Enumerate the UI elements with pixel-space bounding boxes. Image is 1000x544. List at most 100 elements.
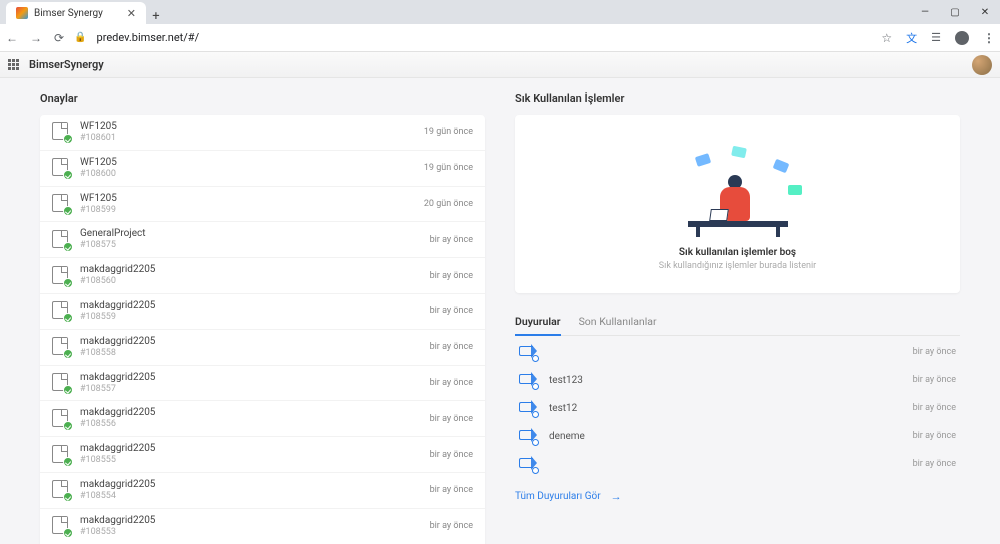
announcement-row[interactable]: bir ay önce [515, 338, 960, 366]
approval-row[interactable]: makdaggrid2205#108559 bir ay önce [40, 294, 485, 330]
approval-time: bir ay önce [430, 235, 473, 245]
approval-title: makdaggrid2205 [80, 479, 155, 491]
announcement-row[interactable]: test12 bir ay önce [515, 394, 960, 422]
tab-announcements[interactable]: Duyurular [515, 309, 561, 336]
translate-icon[interactable]: 文 [906, 30, 917, 46]
approval-row[interactable]: makdaggrid2205#108556bir ay önce [40, 401, 485, 437]
main-content: Onaylar WF1205#10860119 gün önceWF1205#1… [0, 78, 1000, 544]
approval-row[interactable]: makdaggrid2205#108554bir ay önce [40, 473, 485, 509]
arrow-right-icon: → [611, 490, 622, 503]
lock-icon[interactable]: 🔒 [74, 32, 86, 43]
announcement-row[interactable]: bir ay önce [515, 450, 960, 478]
approval-id: #108560 [80, 276, 155, 287]
approval-row[interactable]: makdaggrid2205#108558bir ay önce [40, 330, 485, 366]
browser-tab[interactable]: Bimser Synergy ✕ [6, 2, 146, 24]
url-text[interactable]: predev.bimser.net/#/ [97, 31, 872, 44]
approval-title: makdaggrid2205 [80, 407, 155, 419]
approval-id: #108557 [80, 384, 155, 395]
announcements-list: bir ay öncetest123bir ay öncetest12bir a… [515, 338, 960, 478]
approval-row[interactable]: WF1205#108601 19 gün önce [40, 115, 485, 151]
approval-text: WF1205#108601 [80, 121, 117, 144]
approval-row[interactable]: GeneralProject#108575 bir ay önce [40, 222, 485, 258]
approval-time: bir ay önce [430, 450, 473, 460]
announcement-title: test12 [549, 403, 577, 414]
address-bar: ← → ⟳ 🔒 predev.bimser.net/#/ ☆ 文 ☰ ⋮ [0, 24, 1000, 52]
document-check-icon [52, 373, 70, 393]
approval-id: #108599 [80, 205, 117, 216]
approval-time: 20 gün önce [424, 199, 473, 209]
approval-row[interactable]: WF1205#10859920 gün önce [40, 187, 485, 223]
addr-right-icons: ☆ 文 ☰ ⋮ [881, 30, 994, 46]
approval-text: makdaggrid2205#108553 [80, 515, 155, 538]
reading-list-icon[interactable]: ☰ [931, 31, 941, 44]
approval-time: bir ay önce [430, 414, 473, 424]
document-check-icon [52, 266, 70, 286]
view-all-announcements-label: Tüm Duyuruları Gör [515, 491, 601, 502]
approval-time: 19 gün önce [424, 127, 473, 137]
approval-text: makdaggrid2205#108555 [80, 443, 155, 466]
minimize-button[interactable]: ― [910, 0, 940, 24]
approval-title: WF1205 [80, 157, 117, 169]
approval-id: #108600 [80, 169, 117, 180]
megaphone-icon [519, 429, 537, 443]
forward-icon[interactable]: → [30, 31, 42, 45]
approvals-list: WF1205#10860119 gün önceWF1205#10860019 … [40, 115, 485, 544]
approval-row[interactable]: WF1205#108600 19 gün önce [40, 151, 485, 187]
bookmark-icon[interactable]: ☆ [881, 31, 892, 45]
document-check-icon [52, 122, 70, 142]
announcement-title: deneme [549, 431, 585, 442]
tab-recent[interactable]: Son Kullanılanlar [579, 309, 657, 335]
nav-buttons: ← → ⟳ [6, 31, 64, 45]
document-check-icon [52, 301, 70, 321]
announcement-row[interactable]: test123bir ay önce [515, 366, 960, 394]
favicon-icon [16, 7, 28, 19]
browser-tab-bar: Bimser Synergy ✕ + [0, 0, 1000, 24]
announcement-row[interactable]: denemebir ay önce [515, 422, 960, 450]
announcement-time: bir ay önce [913, 403, 956, 413]
apps-grid-icon[interactable] [8, 59, 19, 70]
maximize-button[interactable]: ▢ [940, 0, 970, 24]
frequent-empty-sub: Sık kullandığınız işlemler burada listen… [659, 261, 816, 271]
approval-title: WF1205 [80, 121, 117, 133]
empty-illustration [678, 147, 798, 237]
profile-icon[interactable] [955, 31, 969, 45]
avatar[interactable] [972, 55, 992, 75]
approval-row[interactable]: makdaggrid2205#108553bir ay önce [40, 509, 485, 544]
approval-title: GeneralProject [80, 228, 146, 240]
approvals-section: Onaylar WF1205#10860119 gün önceWF1205#1… [40, 92, 485, 544]
approval-id: #108553 [80, 527, 155, 538]
approval-row[interactable]: makdaggrid2205#108560bir ay önce [40, 258, 485, 294]
approval-time: 19 gün önce [424, 163, 473, 173]
approval-row[interactable]: makdaggrid2205#108555 bir ay önce [40, 437, 485, 473]
approval-title: makdaggrid2205 [80, 443, 155, 455]
back-icon[interactable]: ← [6, 31, 18, 45]
document-check-icon [52, 480, 70, 500]
megaphone-icon [519, 457, 537, 471]
approval-time: bir ay önce [430, 342, 473, 352]
approval-id: #108558 [80, 348, 155, 359]
close-window-button[interactable]: ✕ [970, 0, 1000, 24]
approval-title: makdaggrid2205 [80, 515, 155, 527]
approval-title: makdaggrid2205 [80, 300, 155, 312]
frequent-empty-title: Sık kullanılan işlemler boş [679, 247, 796, 258]
approval-title: makdaggrid2205 [80, 264, 155, 276]
menu-icon[interactable]: ⋮ [983, 31, 994, 45]
approval-title: makdaggrid2205 [80, 372, 155, 384]
approval-text: makdaggrid2205#108557 [80, 372, 155, 395]
announcement-time: bir ay önce [913, 375, 956, 385]
close-tab-icon[interactable]: ✕ [127, 7, 136, 20]
approval-text: makdaggrid2205#108560 [80, 264, 155, 287]
reload-icon[interactable]: ⟳ [54, 31, 64, 45]
approval-id: #108559 [80, 312, 155, 323]
approval-id: #108555 [80, 455, 155, 466]
document-check-icon [52, 337, 70, 357]
document-check-icon [52, 409, 70, 429]
approval-time: bir ay önce [430, 306, 473, 316]
new-tab-button[interactable]: + [146, 9, 166, 24]
approval-row[interactable]: makdaggrid2205#108557 bir ay önce [40, 366, 485, 402]
frequent-title: Sık Kullanılan İşlemler [515, 92, 960, 105]
view-all-announcements[interactable]: Tüm Duyuruları Gör → [515, 490, 960, 503]
approval-time: bir ay önce [430, 378, 473, 388]
right-column: Sık Kullanılan İşlemler Sık kullanılan i… [515, 92, 960, 544]
approval-text: GeneralProject#108575 [80, 228, 146, 251]
